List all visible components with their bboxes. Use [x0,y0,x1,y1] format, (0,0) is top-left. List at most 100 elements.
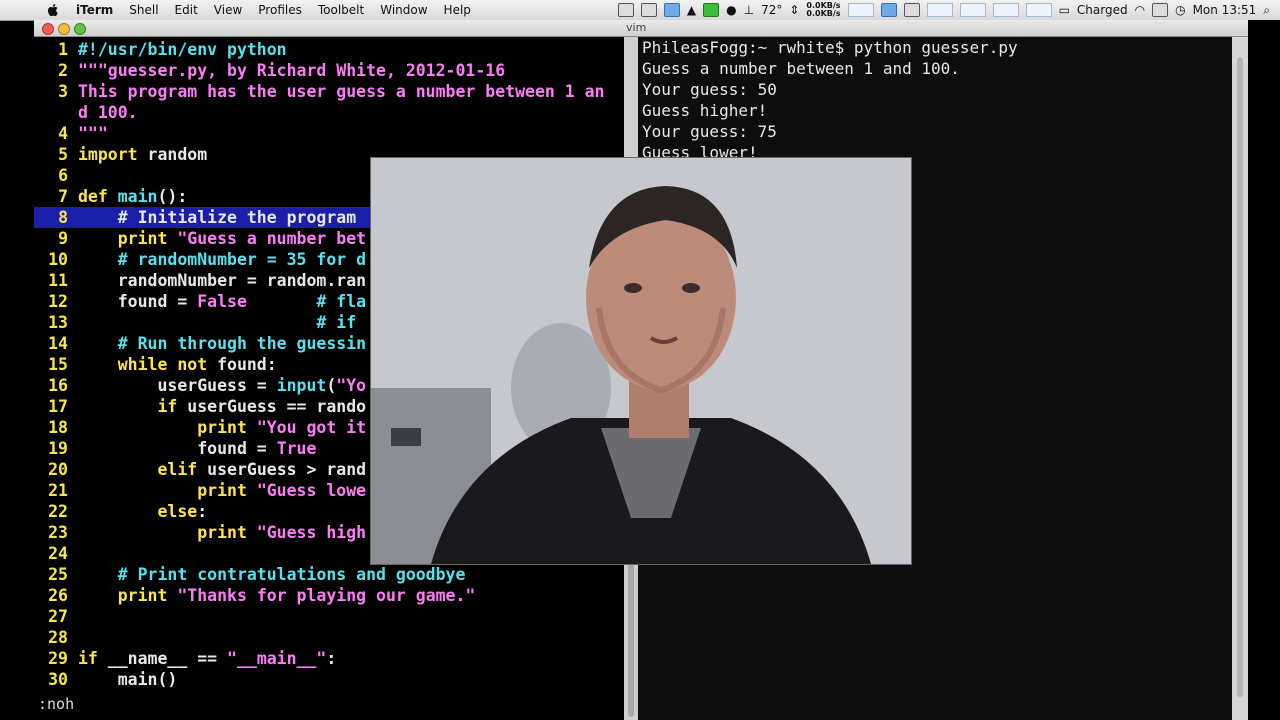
code-token: userGuess = [78,376,277,395]
code-token: ( [326,376,337,395]
code-token: input [276,376,327,395]
code-token: # Initialize the program [78,208,357,227]
line-number: 5 [58,145,68,164]
code-token: #!/usr/bin/env python [78,40,287,59]
code-token: if [78,649,98,668]
menu-window[interactable]: Window [380,3,427,17]
network-graph [847,3,874,17]
menu-view[interactable]: View [214,3,242,17]
editor-line[interactable]: 27 [34,606,624,627]
code-text: print "Guess a number bet [78,228,366,249]
network-monitor[interactable]: 0.0KB/s 0.0KB/s [806,2,840,18]
line-number: 9 [58,229,68,248]
editor-line[interactable]: 2 """guesser.py, by Richard White, 2012-0… [34,60,624,81]
code-text: main() [78,669,178,690]
editor-line[interactable]: 1 #!/usr/bin/env python [34,39,624,60]
line-number: 4 [58,124,68,143]
code-token: def [78,187,108,206]
window-titlebar: vim [34,20,1248,37]
dropbox-icon[interactable] [640,3,657,17]
code-token: import [78,145,138,164]
code-token: "You got it [256,418,367,437]
temperature-label[interactable]: 72° [761,3,782,17]
code-token: print [78,481,257,500]
editor-line[interactable]: 29 if __name__ == "__main__": [34,648,624,669]
line-number: 25 [48,565,68,584]
zoom-button[interactable] [74,23,86,35]
editor-line[interactable]: 3 This program has the user guess a numbe… [34,81,624,102]
cpu-graph-2 [959,3,986,17]
menu-app-iterm[interactable]: iTerm [76,3,113,17]
editor-line[interactable]: d 100. [34,102,624,123]
minimize-button[interactable] [58,23,70,35]
code-token: d 100. [78,103,138,122]
menu-shell[interactable]: Shell [129,3,158,17]
microphone-icon[interactable]: ● [726,3,736,17]
line-number: 28 [48,628,68,647]
code-text: if userGuess == rando [78,396,366,417]
line-number: 13 [48,313,68,332]
code-text: import random [78,144,207,165]
menu-profiles[interactable]: Profiles [258,3,302,17]
editor-line[interactable]: 25 # Print contratulations and goodbye [34,564,624,585]
line-number: 29 [48,649,68,668]
line-number: 26 [48,586,68,605]
code-token: This program has the user guess a number… [78,82,605,101]
line-number: 20 [48,460,68,479]
evernote-icon[interactable] [663,3,680,17]
terminal-scrollbar[interactable] [1232,37,1248,720]
code-text: print "You got it [78,417,366,438]
line-number: 30 [48,670,68,689]
disk-icon[interactable] [880,3,897,17]
camera-icon[interactable] [617,3,634,17]
code-text: d 100. [78,102,138,123]
code-text: This program has the user guess a number… [78,81,605,102]
terminal-line: Guess a number between 1 and 100. [642,59,960,78]
terminal-line: Your guess: 75 [642,122,777,141]
memory-icon[interactable] [903,3,920,17]
status-area: ▲ ● ⊥ 72° ⇕ 0.0KB/s 0.0KB/s ▭ Charged ◠ … [617,0,1270,20]
code-token: "Guess high [256,523,367,542]
display-icon[interactable] [1152,3,1169,17]
terminal-scrollbar-thumb[interactable] [1237,57,1243,697]
code-text: else: [78,501,207,522]
time-machine-icon[interactable]: ◷ [1175,3,1185,17]
line-number: 1 [58,40,68,59]
wifi-icon[interactable]: ◠ [1135,3,1145,17]
editor-line[interactable]: 26 print "Thanks for playing our game." [34,585,624,606]
battery-label[interactable]: Charged [1077,3,1128,17]
spotlight-icon[interactable]: ⌕ [1263,3,1270,18]
line-number: 27 [48,607,68,626]
close-button[interactable] [42,23,54,35]
apple-menu-icon[interactable] [46,3,60,17]
editor-line[interactable]: 28 [34,627,624,648]
vim-command-line[interactable]: :noh [38,695,74,713]
code-text: if __name__ == "__main__": [78,648,336,669]
code-text: while not found: [78,354,277,375]
code-token: __name__ == [97,649,228,668]
presenter-video-image [371,158,911,564]
code-token: # if [316,313,357,332]
code-token: else [78,502,198,521]
code-token: main() [78,670,178,689]
menu-edit[interactable]: Edit [175,3,198,17]
code-text: def main(): [78,186,187,207]
code-token: """guesser.py, by Richard White, 2012-01… [78,61,506,80]
activity-icon[interactable] [703,3,720,17]
editor-line[interactable]: 30 main() [34,669,624,690]
code-token: found = [78,439,277,458]
left-scrollbar-thumb[interactable] [628,557,634,717]
code-token: randomNumber = random.ran [78,271,367,290]
clock-label[interactable]: Mon 13:51 [1193,3,1257,17]
editor-line[interactable]: 4 """ [34,123,624,144]
code-text: #!/usr/bin/env python [78,39,287,60]
menu-toolbelt[interactable]: Toolbelt [318,3,364,17]
line-number: 2 [58,61,68,80]
code-token: False [197,292,247,311]
flame-icon[interactable]: ▲ [687,3,696,17]
menu-bar: iTerm Shell Edit View Profiles Toolbelt … [0,0,1280,21]
menu-help[interactable]: Help [444,3,471,17]
